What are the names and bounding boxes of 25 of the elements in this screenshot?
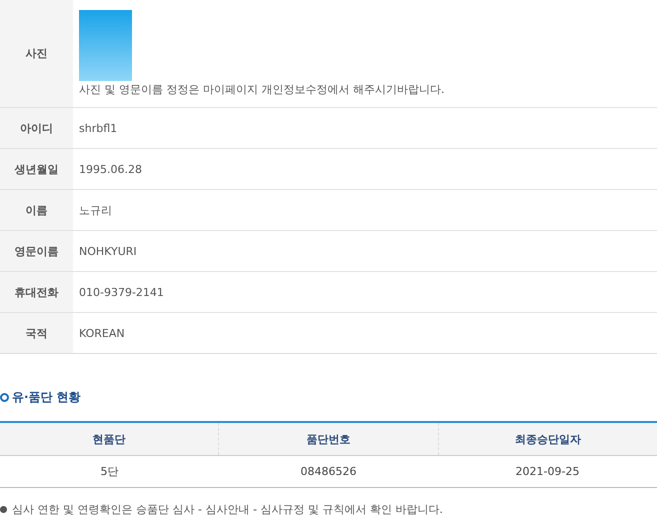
field-value: 010-9379-2141 (79, 286, 164, 298)
field-value: 1995.06.28 (79, 162, 142, 176)
field-value: 노규리 (79, 202, 112, 218)
field-label: 국적 (0, 313, 73, 353)
section-title: 유·품단 현황 (12, 388, 81, 406)
field-value: NOHKYURI (79, 244, 137, 258)
field-label: 휴대전화 (0, 272, 73, 312)
note-text: 심사 연한 및 연령확인은 승품단 심사 - 심사안내 - 심사규정 및 규칙에서 확인 바랍니다. (12, 502, 443, 517)
bullet-icon (0, 392, 9, 402)
field-label: 이름 (0, 190, 73, 230)
field-label: 사진 (0, 0, 73, 107)
column-header: 현품단 (92, 432, 127, 448)
field-label: 아이디 (0, 108, 73, 148)
table-cell-text: 08486526 (300, 464, 358, 480)
field-label: 영문이름 (0, 231, 73, 271)
photo-placeholder (79, 10, 132, 81)
table-cell-text: 5단 (100, 464, 120, 480)
table-cell-text: 2021-09-25 (514, 464, 580, 480)
bullet-icon (0, 506, 7, 513)
field-value: shrbfl1 (79, 122, 118, 134)
photo-note: 사진 및 영문이름 정정은 마이페이지 개인정보수정에서 해주시기바랍니다. (79, 82, 444, 97)
field-label: 생년월일 (0, 149, 73, 189)
field-value: KOREAN (79, 326, 125, 340)
column-header: 품단번호 (218, 423, 438, 455)
column-header: 최종승단일자 (438, 423, 657, 455)
